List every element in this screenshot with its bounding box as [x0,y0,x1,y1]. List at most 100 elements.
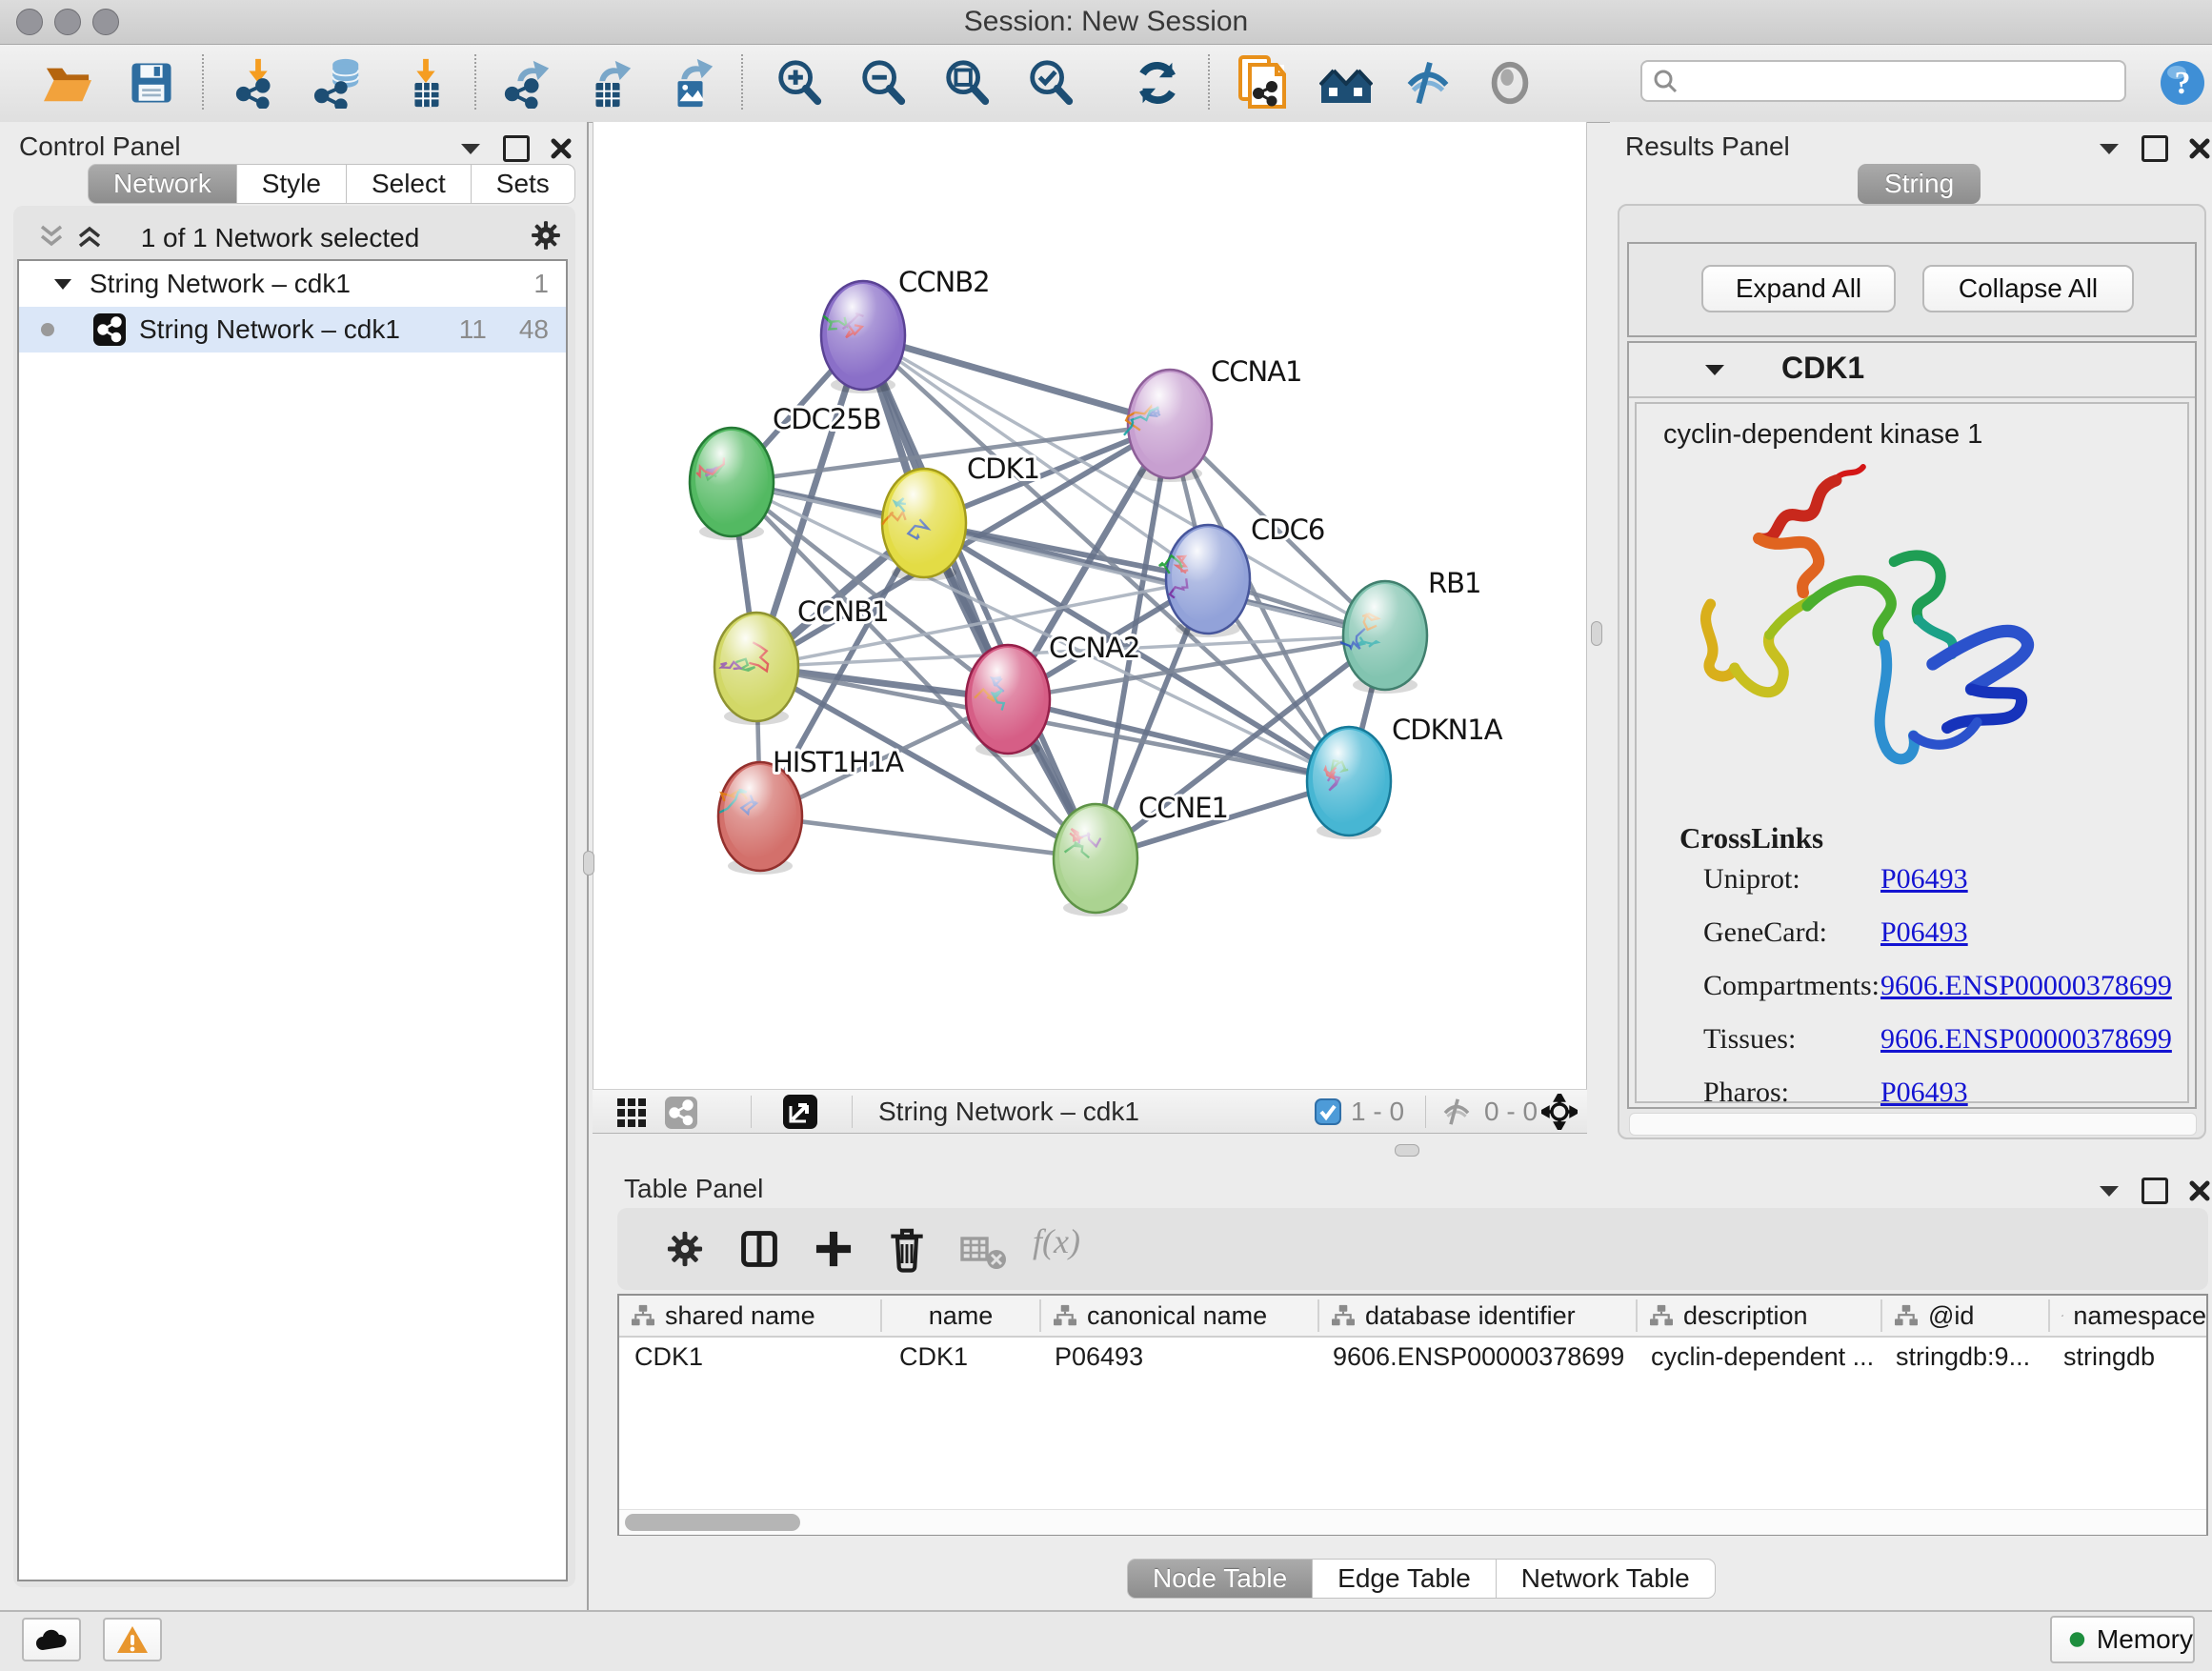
export-network-button[interactable] [499,54,554,111]
refresh-network-button[interactable] [1130,54,1185,111]
expand-all-button[interactable]: Expand All [1701,265,1896,312]
right-splitter-handle[interactable] [1591,621,1602,646]
help-button[interactable]: ? [2155,54,2210,111]
panel-close-icon[interactable] [2189,1180,2210,1201]
tab-sets[interactable]: Sets [471,164,575,204]
network-node-CCNB1[interactable] [714,613,798,725]
memory-button[interactable]: Memory [2050,1616,2195,1663]
network-edge[interactable] [863,335,1096,858]
zoom-fit-button[interactable] [939,54,995,111]
table-panel-title: Table Panel [624,1174,763,1204]
node-label-CCNB1: CCNB1 [797,595,889,628]
results-scrollbar[interactable] [1629,1113,2197,1136]
export-image-icon [665,57,716,109]
crosslink-label: Pharos: [1703,1077,1880,1109]
column-header-database-identifier[interactable]: database identifier [1319,1296,1636,1336]
zoom-in-button[interactable] [772,54,827,111]
import-network-from-database-button[interactable] [311,54,366,111]
column-header-namespace[interactable]: namespace [2050,1296,2206,1336]
warning-status-button[interactable] [103,1618,162,1661]
control-panel-title: Control Panel [19,131,181,162]
network-row-selected[interactable]: String Network – cdk1 11 48 [19,307,566,352]
crosslink-genecard-link[interactable]: P06493 [1880,916,1968,949]
tab-network-table[interactable]: Network Table [1496,1559,1716,1599]
pan-crosshair-icon[interactable] [1541,1094,1578,1130]
network-node-CCNE1[interactable] [1054,804,1137,916]
tab-style[interactable]: Style [236,164,347,204]
expand-all-networks-icon[interactable] [76,223,103,250]
panel-maximize-icon[interactable] [2142,1178,2168,1204]
table-options-gear-icon[interactable] [663,1227,707,1271]
tab-network[interactable]: Network [88,164,237,204]
export-image-button[interactable] [663,54,718,111]
collapse-all-networks-icon[interactable] [38,223,65,250]
search-input[interactable] [1679,66,2124,97]
network-node-CDC25B[interactable] [690,428,774,540]
string-home-button[interactable] [1318,54,1374,111]
crosslink-pharos-link[interactable]: P06493 [1880,1077,1968,1109]
open-view-icon[interactable] [783,1095,817,1129]
selected-checkbox-icon[interactable] [1315,1098,1341,1125]
tab-string[interactable]: String [1858,164,1981,204]
clear-table-icon[interactable] [960,1233,1010,1271]
tab-node-table[interactable]: Node Table [1127,1559,1313,1599]
export-table-button[interactable] [581,54,636,111]
horizontal-splitter-handle[interactable] [1395,1144,1419,1157]
cell-canonical-name: P06493 [1039,1342,1317,1372]
function-builder-button[interactable]: f(x) [1033,1221,1080,1261]
panel-close-icon[interactable] [2189,138,2210,159]
tab-edge-table[interactable]: Edge Table [1312,1559,1497,1599]
current-network-dot-icon [40,322,55,337]
add-column-icon[interactable] [812,1227,855,1271]
column-header-id[interactable]: @id [1882,1296,2048,1336]
show-preview-button[interactable] [1482,54,1538,111]
tree-expander-icon[interactable] [53,277,72,291]
network-options-gear-icon[interactable] [528,217,564,253]
import-table-button[interactable] [398,54,453,111]
network-overview-icon[interactable] [665,1097,697,1129]
network-node-RB1[interactable] [1340,581,1427,694]
delete-column-icon[interactable] [886,1225,928,1273]
column-header-canonical-name[interactable]: canonical name [1041,1296,1317,1336]
panel-maximize-icon[interactable] [503,135,530,162]
zoom-selected-icon [1025,57,1076,109]
string-import-button[interactable] [1235,54,1290,111]
import-network-button[interactable] [231,54,286,111]
crosslink-compartments-link[interactable]: 9606.ENSP00000378699 [1880,970,2172,1002]
panel-float-icon[interactable] [2098,1183,2121,1198]
panel-close-icon[interactable] [551,138,572,159]
network-node-CCNA1[interactable] [1124,370,1212,482]
network-canvas[interactable]: CCNB2CCNA1CDC25BCDK1CDC6RB1CCNB1CCNA2CDK… [593,122,1587,1089]
birds-eye-view-icon[interactable] [617,1098,646,1127]
network-edge[interactable] [760,816,1096,858]
network-node-CDKN1A[interactable] [1307,727,1391,839]
network-node-HIST1H1A[interactable] [718,762,802,875]
table-scrollbar-track[interactable] [619,1509,2206,1535]
tab-select[interactable]: Select [346,164,472,204]
column-header-name[interactable]: name [882,1296,1039,1336]
save-session-button[interactable] [124,54,179,111]
node-label-CCNE1: CCNE1 [1138,792,1228,824]
column-header-description[interactable]: description [1638,1296,1880,1336]
network-collection-row[interactable]: String Network – cdk1 1 [19,261,566,307]
hide-selected-button[interactable] [1400,54,1456,111]
crosslink-tissues-link[interactable]: 9606.ENSP00000378699 [1880,1023,2172,1056]
column-header-shared-name[interactable]: shared name [619,1296,880,1336]
table-row[interactable]: CDK1 CDK1 P06493 9606.ENSP00000378699 cy… [619,1336,2206,1378]
panel-float-icon[interactable] [2098,141,2121,156]
show-columns-icon[interactable] [737,1227,781,1271]
open-session-button[interactable] [40,54,95,111]
table-scrollbar-thumb[interactable] [625,1514,800,1531]
collapse-all-button[interactable]: Collapse All [1922,265,2134,312]
panel-float-icon[interactable] [459,141,482,156]
zoom-selected-button[interactable] [1023,54,1078,111]
left-splitter-handle[interactable] [583,851,594,876]
crosslink-uniprot-link[interactable]: P06493 [1880,863,1968,896]
protein-collapse-icon[interactable] [1703,362,1726,377]
zoom-out-button[interactable] [855,54,911,111]
network-node-CCNB2[interactable] [821,281,905,393]
toolbar-separator [202,54,204,110]
cloud-status-button[interactable] [22,1618,81,1661]
eye-slash-icon [1402,57,1454,109]
panel-maximize-icon[interactable] [2142,135,2168,162]
